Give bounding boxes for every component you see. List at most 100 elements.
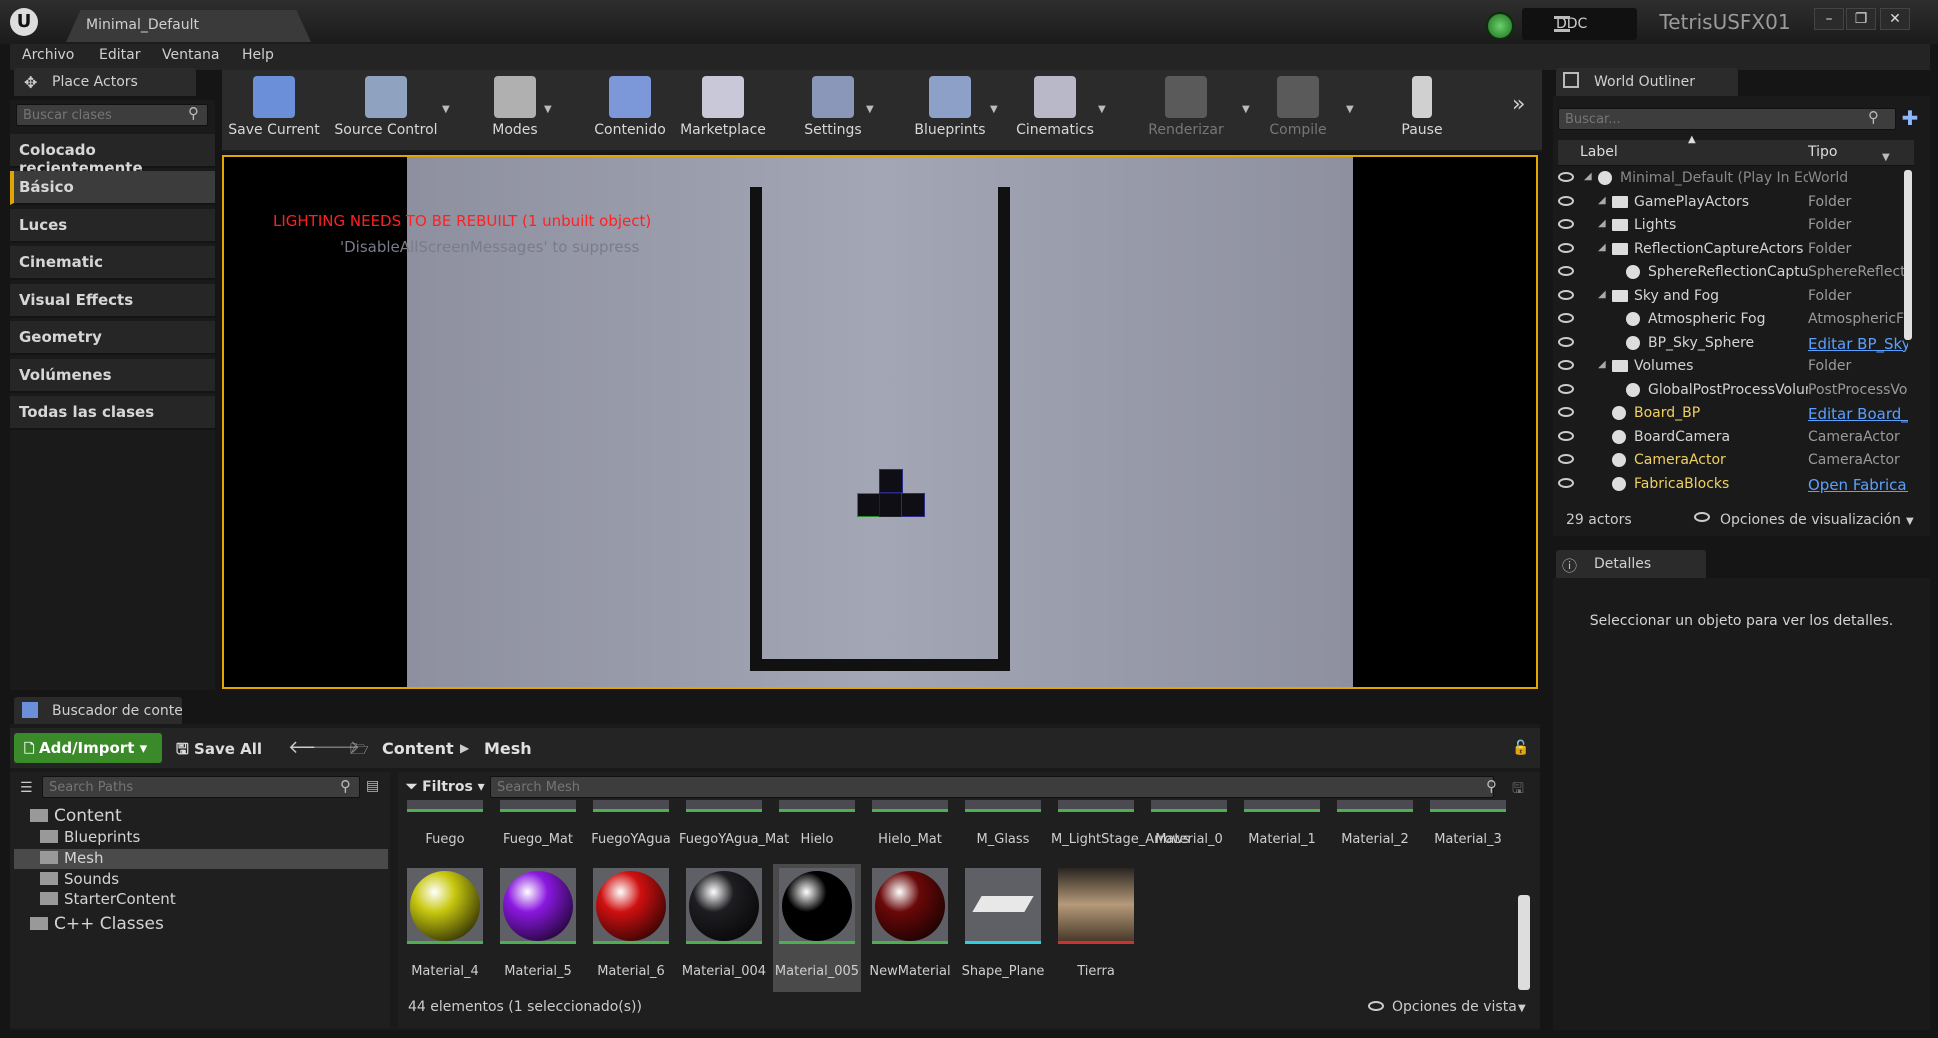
asset-name[interactable]: NewMaterial bbox=[865, 964, 955, 979]
asset-name[interactable]: Material_004 bbox=[679, 964, 769, 979]
expand-arrow-icon[interactable]: ◢ bbox=[1598, 359, 1606, 370]
outliner-view-options[interactable]: Opciones de visualización bbox=[1720, 512, 1901, 528]
column-tipo-header[interactable]: Tipo bbox=[1808, 144, 1837, 160]
asset-thumbnail[interactable] bbox=[965, 868, 1041, 944]
asset-name[interactable]: FuegoYAgua bbox=[586, 832, 676, 847]
tree-item[interactable]: Content bbox=[14, 806, 388, 826]
chevron-down-icon[interactable]: ▼ bbox=[1518, 1003, 1526, 1014]
tree-item[interactable]: Mesh bbox=[14, 849, 388, 869]
asset-thumbnail[interactable] bbox=[407, 800, 483, 812]
settings-dropdown-icon[interactable]: ▼ bbox=[866, 104, 874, 115]
visibility-eye-icon[interactable] bbox=[1558, 195, 1574, 206]
visibility-eye-icon[interactable] bbox=[1558, 360, 1574, 370]
expand-arrow-icon[interactable]: ◢ bbox=[1598, 242, 1606, 253]
asset-name[interactable]: Hielo bbox=[772, 832, 862, 847]
column-label-header[interactable]: Label bbox=[1580, 144, 1618, 160]
cinematics-button[interactable]: Cinematics bbox=[1005, 72, 1105, 148]
source-control-button[interactable]: Source Control bbox=[330, 72, 442, 148]
save-current-button[interactable]: Save Current bbox=[224, 72, 324, 148]
asset-name[interactable]: Material_1 bbox=[1237, 832, 1327, 847]
compile-button[interactable]: Compile bbox=[1248, 72, 1348, 148]
asset-name[interactable]: M_Glass bbox=[958, 832, 1048, 847]
menu-help[interactable]: Help bbox=[242, 47, 274, 63]
lock-icon[interactable]: 🔓 bbox=[1512, 740, 1529, 756]
visibility-eye-icon[interactable] bbox=[1558, 266, 1574, 276]
tab-content-browser[interactable]: Buscador de contenido bbox=[14, 697, 182, 725]
tab-world-outliner[interactable]: World Outliner bbox=[1556, 68, 1738, 96]
edit-blueprint-link[interactable]: Open FabricaBlocks bbox=[1808, 476, 1908, 494]
outliner-row[interactable]: BP_Sky_Sphere Editar BP_Sky_Sphere bbox=[1558, 333, 1914, 356]
outliner-row[interactable]: ◢ ReflectionCaptureActors Folder bbox=[1558, 239, 1914, 262]
outliner-row[interactable]: ◢ Volumes Folder bbox=[1558, 356, 1914, 379]
asset-thumbnail[interactable] bbox=[1058, 800, 1134, 812]
blueprints-button[interactable]: Blueprints bbox=[900, 72, 1000, 148]
category-visual-effects[interactable]: Visual Effects bbox=[10, 284, 215, 318]
visibility-eye-icon[interactable] bbox=[1558, 454, 1574, 464]
asset-thumbnail[interactable] bbox=[593, 868, 669, 944]
expand-arrow-icon[interactable]: ◢ bbox=[1598, 195, 1606, 206]
asset-thumbnail[interactable] bbox=[686, 800, 762, 812]
outliner-row[interactable]: BoardCamera CameraActor bbox=[1558, 427, 1914, 450]
chevron-down-icon[interactable]: ▼ bbox=[1906, 516, 1914, 527]
visibility-eye-icon[interactable] bbox=[1558, 383, 1574, 394]
asset-thumbnail[interactable] bbox=[1430, 800, 1506, 812]
close-button[interactable]: ✕ bbox=[1880, 8, 1910, 30]
asset-name[interactable]: Material_3 bbox=[1423, 832, 1513, 847]
outliner-row[interactable]: ◢ Sky and Fog Folder bbox=[1558, 286, 1914, 309]
asset-name[interactable]: FuegoYAgua_Mat bbox=[679, 832, 789, 847]
asset-thumbnail[interactable] bbox=[407, 868, 483, 944]
asset-name[interactable]: Material_005 bbox=[772, 964, 862, 979]
category-geometry[interactable]: Geometry bbox=[10, 321, 215, 355]
tree-options-icon[interactable]: ☰ bbox=[20, 780, 33, 796]
tree-item[interactable]: C++ Classes bbox=[14, 914, 388, 934]
content-button[interactable]: Contenido bbox=[580, 72, 680, 148]
source-control-status-icon[interactable] bbox=[1486, 12, 1514, 40]
asset-thumbnail[interactable] bbox=[500, 868, 576, 944]
category-basic[interactable]: Básico bbox=[10, 171, 215, 205]
toolbar-overflow-icon[interactable]: » bbox=[1512, 92, 1525, 117]
asset-thumbnail[interactable] bbox=[1058, 868, 1134, 944]
outliner-row[interactable]: ◢ Minimal_Default (Play In Editor)World bbox=[1558, 168, 1914, 191]
asset-name[interactable]: Material_2 bbox=[1330, 832, 1420, 847]
tab-details[interactable]: Detalles bbox=[1556, 550, 1706, 578]
outliner-row[interactable]: CameraActor CameraActor bbox=[1558, 450, 1914, 473]
tab-place-actors[interactable]: Place Actors bbox=[14, 68, 196, 96]
level-tab[interactable]: Minimal_Default bbox=[66, 10, 311, 42]
menu-editar[interactable]: Editar bbox=[99, 47, 140, 63]
asset-name[interactable]: Material_0 bbox=[1144, 832, 1234, 847]
category-all-classes[interactable]: Todas las clases bbox=[10, 396, 215, 430]
add-import-button[interactable]: 🗋 Add/Import ▾ bbox=[14, 733, 162, 763]
search-paths-input[interactable] bbox=[42, 776, 360, 798]
visibility-eye-icon[interactable] bbox=[1558, 289, 1574, 300]
visibility-eye-icon[interactable] bbox=[1558, 407, 1574, 417]
asset-scrollbar[interactable] bbox=[1518, 895, 1530, 990]
tree-item[interactable]: StarterContent bbox=[14, 890, 388, 910]
outliner-row[interactable]: SphereReflectionCaptureSphereReflectionC… bbox=[1558, 262, 1914, 285]
asset-name[interactable]: Material_4 bbox=[400, 964, 490, 979]
asset-thumbnail[interactable] bbox=[686, 868, 762, 944]
asset-thumbnail[interactable] bbox=[1337, 800, 1413, 812]
pause-button[interactable]: Pause bbox=[1372, 72, 1472, 148]
expand-arrow-icon[interactable]: ◢ bbox=[1598, 218, 1606, 229]
collections-icon[interactable]: ▤ bbox=[366, 778, 379, 794]
asset-thumbnail[interactable] bbox=[779, 868, 855, 944]
ddc-indicator[interactable]: DDC bbox=[1522, 8, 1637, 40]
asset-name[interactable]: M_LightStage_Arrows bbox=[1051, 832, 1190, 847]
column-options-icon[interactable]: ▼ bbox=[1882, 152, 1890, 163]
asset-name[interactable]: Fuego_Mat bbox=[493, 832, 583, 847]
tree-item[interactable]: Sounds bbox=[14, 870, 388, 890]
asset-thumbnail[interactable] bbox=[593, 800, 669, 812]
asset-thumbnail[interactable] bbox=[779, 800, 855, 812]
expand-arrow-icon[interactable]: ◢ bbox=[1598, 289, 1606, 300]
outliner-search-input[interactable] bbox=[1558, 108, 1896, 130]
tree-item[interactable]: Blueprints bbox=[14, 828, 388, 848]
category-lights[interactable]: Luces bbox=[10, 209, 215, 243]
asset-thumbnail[interactable] bbox=[872, 800, 948, 812]
visibility-eye-icon[interactable] bbox=[1558, 313, 1574, 323]
outliner-row[interactable]: FabricaBlocks Open FabricaBlocks bbox=[1558, 474, 1914, 497]
breadcrumb-mesh[interactable]: Mesh bbox=[484, 739, 532, 758]
asset-name[interactable]: Fuego bbox=[400, 832, 490, 847]
minimize-button[interactable]: – bbox=[1814, 8, 1844, 30]
asset-thumbnail[interactable] bbox=[1244, 800, 1320, 812]
build-button[interactable]: Renderizar bbox=[1136, 72, 1236, 148]
